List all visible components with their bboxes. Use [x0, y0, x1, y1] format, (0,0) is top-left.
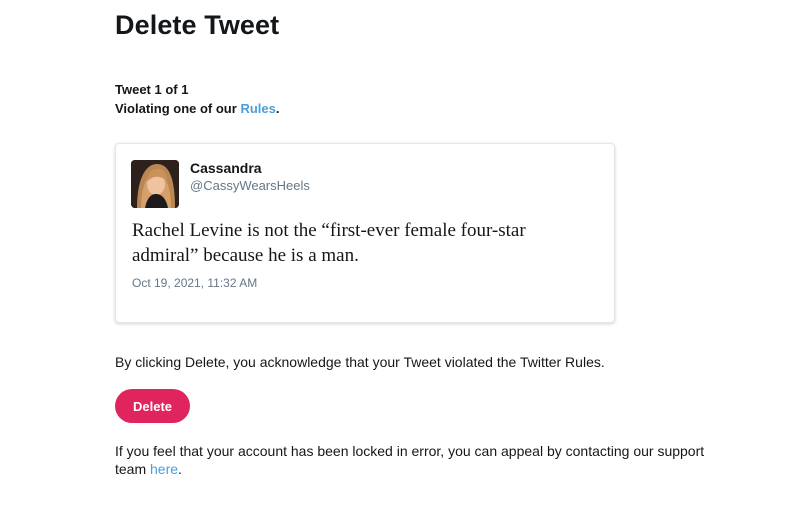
appeal-link[interactable]: here [150, 461, 178, 477]
appeal-body: If you feel that your account has been l… [115, 443, 705, 477]
violation-suffix: . [275, 101, 280, 116]
avatar [131, 160, 179, 208]
tweet-timestamp: Oct 19, 2021, 11:32 AM [132, 276, 258, 290]
appeal-suffix: . [178, 461, 182, 477]
rules-link[interactable]: Rules [240, 101, 275, 116]
tweet-text: Rachel Levine is not the “first-ever fem… [132, 220, 526, 266]
tweet-counter: Tweet 1 of 1 [115, 82, 189, 97]
delete-button[interactable]: Delete [115, 389, 190, 423]
violation-prefix: Violating one of our [115, 101, 241, 116]
appeal-text: If you feel that your account has been l… [115, 442, 715, 478]
delete-tweet-page: Delete Tweet Tweet 1 of 1 Violating one … [0, 0, 792, 505]
violation-line: Violating one of our Rules. [115, 99, 279, 118]
profile-photo-icon [131, 160, 179, 208]
tweet-handle: @CassyWearsHeels [190, 178, 310, 193]
acknowledge-text: By clicking Delete, you acknowledge that… [115, 354, 605, 370]
tweet-display-name: Cassandra [190, 160, 262, 176]
page-title: Delete Tweet [115, 10, 280, 40]
tweet-card: Cassandra @CassyWearsHeels Rachel Levine… [115, 143, 615, 323]
violation-meta: Tweet 1 of 1 Violating one of our Rules. [115, 80, 279, 118]
